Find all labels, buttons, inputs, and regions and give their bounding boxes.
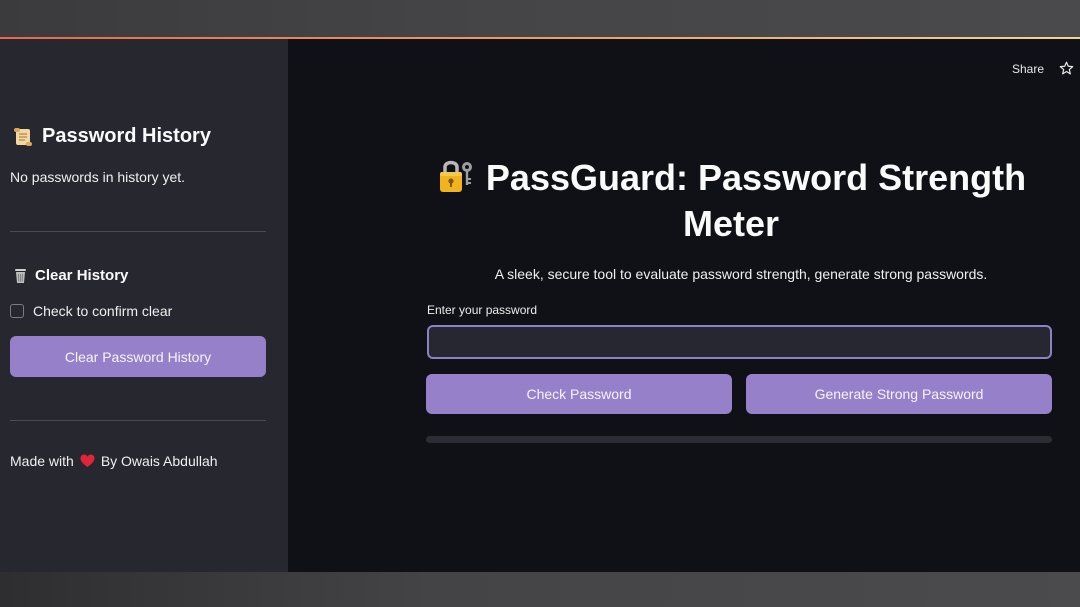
top-frame xyxy=(0,0,1080,37)
sidebar-divider xyxy=(10,231,266,232)
clear-history-heading: Clear History xyxy=(12,267,128,284)
confirm-clear-checkbox[interactable] xyxy=(10,304,24,318)
strength-progress-bar xyxy=(426,436,1052,443)
page-title-text: PassGuard: Password Strength Meter xyxy=(485,157,1027,244)
history-empty-message: No passwords in history yet. xyxy=(10,169,186,185)
heart-icon xyxy=(80,454,95,467)
confirm-clear-checkbox-row[interactable]: Check to confirm clear xyxy=(10,303,172,319)
sidebar-divider-bottom xyxy=(10,420,266,421)
password-history-heading-text: Password History xyxy=(42,125,211,147)
password-input-label: Enter your password xyxy=(427,303,538,317)
sidebar: Password History No passwords in history… xyxy=(0,39,288,572)
main-content: Share PassGuard: Password Strength Meter… xyxy=(288,39,1080,572)
clear-history-heading-text: Clear History xyxy=(35,267,129,284)
generate-strong-password-button[interactable]: Generate Strong Password xyxy=(746,374,1052,414)
check-password-button[interactable]: Check Password xyxy=(426,374,732,414)
trash-icon xyxy=(15,269,26,283)
app-window: Password History No passwords in history… xyxy=(0,39,1080,572)
lock-with-key-icon xyxy=(439,160,472,192)
password-history-heading: Password History xyxy=(12,125,211,148)
star-icon[interactable] xyxy=(1059,61,1074,76)
footer-credit: Made with By Owais Abdullah xyxy=(10,453,218,469)
clear-password-history-button[interactable]: Clear Password History xyxy=(10,336,266,377)
share-button[interactable]: Share xyxy=(1012,62,1044,76)
password-input[interactable] xyxy=(427,325,1052,359)
scroll-icon xyxy=(14,127,32,146)
footer-prefix: Made with xyxy=(10,453,74,469)
confirm-clear-label: Check to confirm clear xyxy=(33,303,173,319)
footer-author: By Owais Abdullah xyxy=(100,453,218,469)
page-title: PassGuard: Password Strength Meter xyxy=(426,155,1036,247)
bottom-frame xyxy=(0,572,1080,607)
page-subtitle: A sleek, secure tool to evaluate passwor… xyxy=(494,266,988,282)
